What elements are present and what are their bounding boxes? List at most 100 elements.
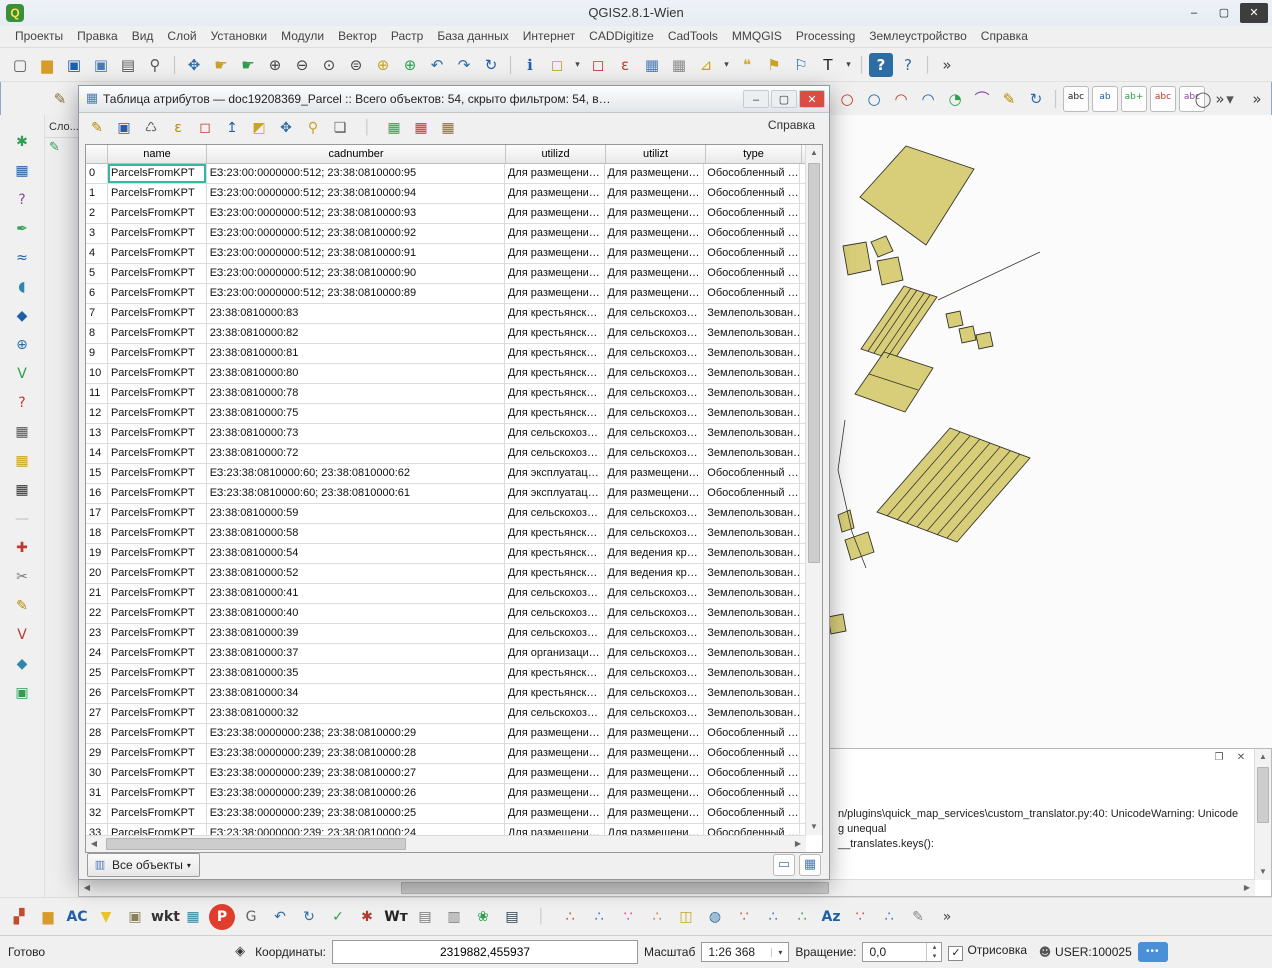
- cell-utilizd[interactable]: Для эксплуатац…: [505, 464, 605, 484]
- toolbar-overflow-icon[interactable]: »: [934, 904, 960, 930]
- notes-plugin[interactable]: ▤: [499, 904, 525, 930]
- zoom-in[interactable]: ⊕: [263, 53, 287, 77]
- cell-cadnumber[interactable]: 23:38:0810000:35: [207, 664, 505, 684]
- zoom-to-selected[interactable]: ⚲: [301, 116, 325, 140]
- table-row[interactable]: 30 ParcelsFromKPT ЕЗ:23:38:0000000:239; …: [86, 764, 806, 784]
- cell-cadnumber[interactable]: ЕЗ:23:38:0810000:60; 23:38:0810000:61: [207, 484, 505, 504]
- select-expression[interactable]: ε: [613, 53, 637, 77]
- column-header-name[interactable]: name: [108, 145, 207, 164]
- delete-column[interactable]: ▦: [409, 116, 433, 140]
- float-panel-icon[interactable]: ❐: [1211, 751, 1227, 765]
- text-annotation[interactable]: T: [816, 53, 840, 77]
- cell-utilizd[interactable]: Для крестьянск…: [505, 404, 605, 424]
- menu-item[interactable]: Интернет: [516, 26, 582, 47]
- cell-utilizd[interactable]: Для крестьянск…: [505, 344, 605, 364]
- cell-utilizt[interactable]: Для сельскохоз…: [605, 344, 705, 364]
- coordinates-input[interactable]: [332, 940, 638, 964]
- cell-utilizd[interactable]: Для крестьянск…: [505, 564, 605, 584]
- menu-item[interactable]: База данных: [430, 26, 515, 47]
- new-composer[interactable]: ▤: [116, 53, 140, 77]
- left-tool-chip[interactable]: ▦: [11, 421, 33, 443]
- row-number[interactable]: 9: [86, 344, 108, 364]
- cell-name[interactable]: ParcelsFromKPT: [108, 764, 207, 784]
- topology-icon-2[interactable]: ∴: [586, 904, 612, 930]
- cell-utilizd[interactable]: Для размещени…: [505, 264, 605, 284]
- wkt-plugin[interactable]: wkt: [151, 904, 177, 930]
- plugin-folder[interactable]: ▆: [35, 904, 61, 930]
- cell-cadnumber[interactable]: ЕЗ:23:38:0000000:239; 23:38:0810000:25: [207, 804, 505, 824]
- cell-type[interactable]: Обособленный …: [704, 264, 800, 284]
- cell-cadnumber[interactable]: 23:38:0810000:75: [207, 404, 505, 424]
- current-edits[interactable]: ✎: [48, 87, 72, 111]
- cell-type[interactable]: Землепользован…: [704, 684, 800, 704]
- close-button[interactable]: ✕: [799, 90, 825, 108]
- row-number[interactable]: 27: [86, 704, 108, 724]
- topology-icon-4[interactable]: ∴: [644, 904, 670, 930]
- cell-cadnumber[interactable]: 23:38:0810000:34: [207, 684, 505, 704]
- cell-utilizd[interactable]: Для размещени…: [505, 804, 605, 824]
- column-header-cadnumber[interactable]: cadnumber: [207, 145, 506, 164]
- table-row[interactable]: 27 ParcelsFromKPT 23:38:0810000:32 Для с…: [86, 704, 806, 724]
- row-number[interactable]: 2: [86, 204, 108, 224]
- cell-name[interactable]: ParcelsFromKPT: [108, 784, 207, 804]
- table-row[interactable]: 10 ParcelsFromKPT 23:38:0810000:80 Для к…: [86, 364, 806, 384]
- table-row[interactable]: 26 ParcelsFromKPT 23:38:0810000:34 Для к…: [86, 684, 806, 704]
- cell-utilizd[interactable]: Для сельскохоз…: [505, 704, 605, 724]
- cell-utilizd[interactable]: Для крестьянск…: [505, 664, 605, 684]
- menu-item[interactable]: Растр: [384, 26, 430, 47]
- cell-utilizd[interactable]: Для крестьянск…: [505, 384, 605, 404]
- cell-utilizd[interactable]: Для сельскохоз…: [505, 624, 605, 644]
- cell-cadnumber[interactable]: 23:38:0810000:37: [207, 644, 505, 664]
- separator[interactable]: │: [506, 53, 515, 77]
- menu-item[interactable]: Установки: [204, 26, 274, 47]
- menu-item[interactable]: Землеустройство: [862, 26, 974, 47]
- cell-type[interactable]: Обособленный …: [704, 824, 800, 835]
- cell-type[interactable]: Землепользован…: [704, 624, 800, 644]
- chevron-down-icon[interactable]: ▾: [771, 948, 788, 957]
- left-tool-wave[interactable]: ≈: [11, 247, 33, 269]
- select-features[interactable]: ◻: [545, 53, 569, 77]
- cell-utilizt[interactable]: Для размещени…: [605, 284, 705, 304]
- table-row[interactable]: 20 ParcelsFromKPT 23:38:0810000:52 Для к…: [86, 564, 806, 584]
- show-bookmarks[interactable]: ⚐: [789, 53, 813, 77]
- label-new[interactable]: ab+: [1121, 86, 1147, 112]
- refresh-plugin[interactable]: ↻: [296, 904, 322, 930]
- left-tool-bubble[interactable]: ◖: [11, 276, 33, 298]
- cell-utilizd[interactable]: Для размещени…: [505, 744, 605, 764]
- cell-name[interactable]: ParcelsFromKPT: [108, 804, 207, 824]
- cell-type[interactable]: Землепользован…: [704, 564, 800, 584]
- cell-utilizt[interactable]: Для сельскохоз…: [605, 364, 705, 384]
- table-row[interactable]: 16 ParcelsFromKPT ЕЗ:23:38:0810000:60; 2…: [86, 484, 806, 504]
- zoom-last[interactable]: ↶: [425, 53, 449, 77]
- topology-icon-7[interactable]: ∴: [789, 904, 815, 930]
- table-row[interactable]: 32 ParcelsFromKPT ЕЗ:23:38:0000000:239; …: [86, 804, 806, 824]
- help[interactable]: ?: [869, 53, 893, 77]
- column-header-utilizt[interactable]: utilizt: [606, 145, 706, 164]
- layers-panel-icon[interactable]: ✎: [49, 140, 60, 155]
- zoom-native[interactable]: ⊙: [317, 53, 341, 77]
- cell-cadnumber[interactable]: 23:38:0810000:59: [207, 504, 505, 524]
- log-horizontal-scrollbar[interactable]: ◀ ▶: [79, 879, 1255, 896]
- label-add[interactable]: ab: [1092, 86, 1118, 112]
- cell-name[interactable]: ParcelsFromKPT: [108, 744, 207, 764]
- cell-name[interactable]: ParcelsFromKPT: [108, 384, 207, 404]
- cell-type[interactable]: Землепользован…: [704, 544, 800, 564]
- cell-utilizt[interactable]: Для размещени…: [605, 784, 705, 804]
- left-tool-globe[interactable]: ⊕: [11, 334, 33, 356]
- cell-utilizd[interactable]: Для размещени…: [505, 824, 605, 835]
- left-tool-vertex[interactable]: V: [11, 363, 33, 385]
- table-row[interactable]: 28 ParcelsFromKPT ЕЗ:23:38:0000000:238; …: [86, 724, 806, 744]
- topology-icon-9[interactable]: ∴: [876, 904, 902, 930]
- pan-map[interactable]: ☛: [209, 53, 233, 77]
- cell-utilizd[interactable]: Для сельскохоз…: [505, 584, 605, 604]
- row-number[interactable]: 18: [86, 524, 108, 544]
- cell-utilizd[interactable]: Для размещени…: [505, 244, 605, 264]
- scroll-up-icon[interactable]: ▲: [1255, 749, 1271, 765]
- cell-utilizt[interactable]: Для размещени…: [605, 224, 705, 244]
- left-tool-square[interactable]: ◆: [11, 305, 33, 327]
- cell-cadnumber[interactable]: ЕЗ:23:38:0000000:239; 23:38:0810000:27: [207, 764, 505, 784]
- splat-plugin[interactable]: ✱: [354, 904, 380, 930]
- az-plugin[interactable]: Az: [818, 904, 844, 930]
- table-row[interactable]: 17 ParcelsFromKPT 23:38:0810000:59 Для с…: [86, 504, 806, 524]
- cell-utilizt[interactable]: Для сельскохоз…: [605, 444, 705, 464]
